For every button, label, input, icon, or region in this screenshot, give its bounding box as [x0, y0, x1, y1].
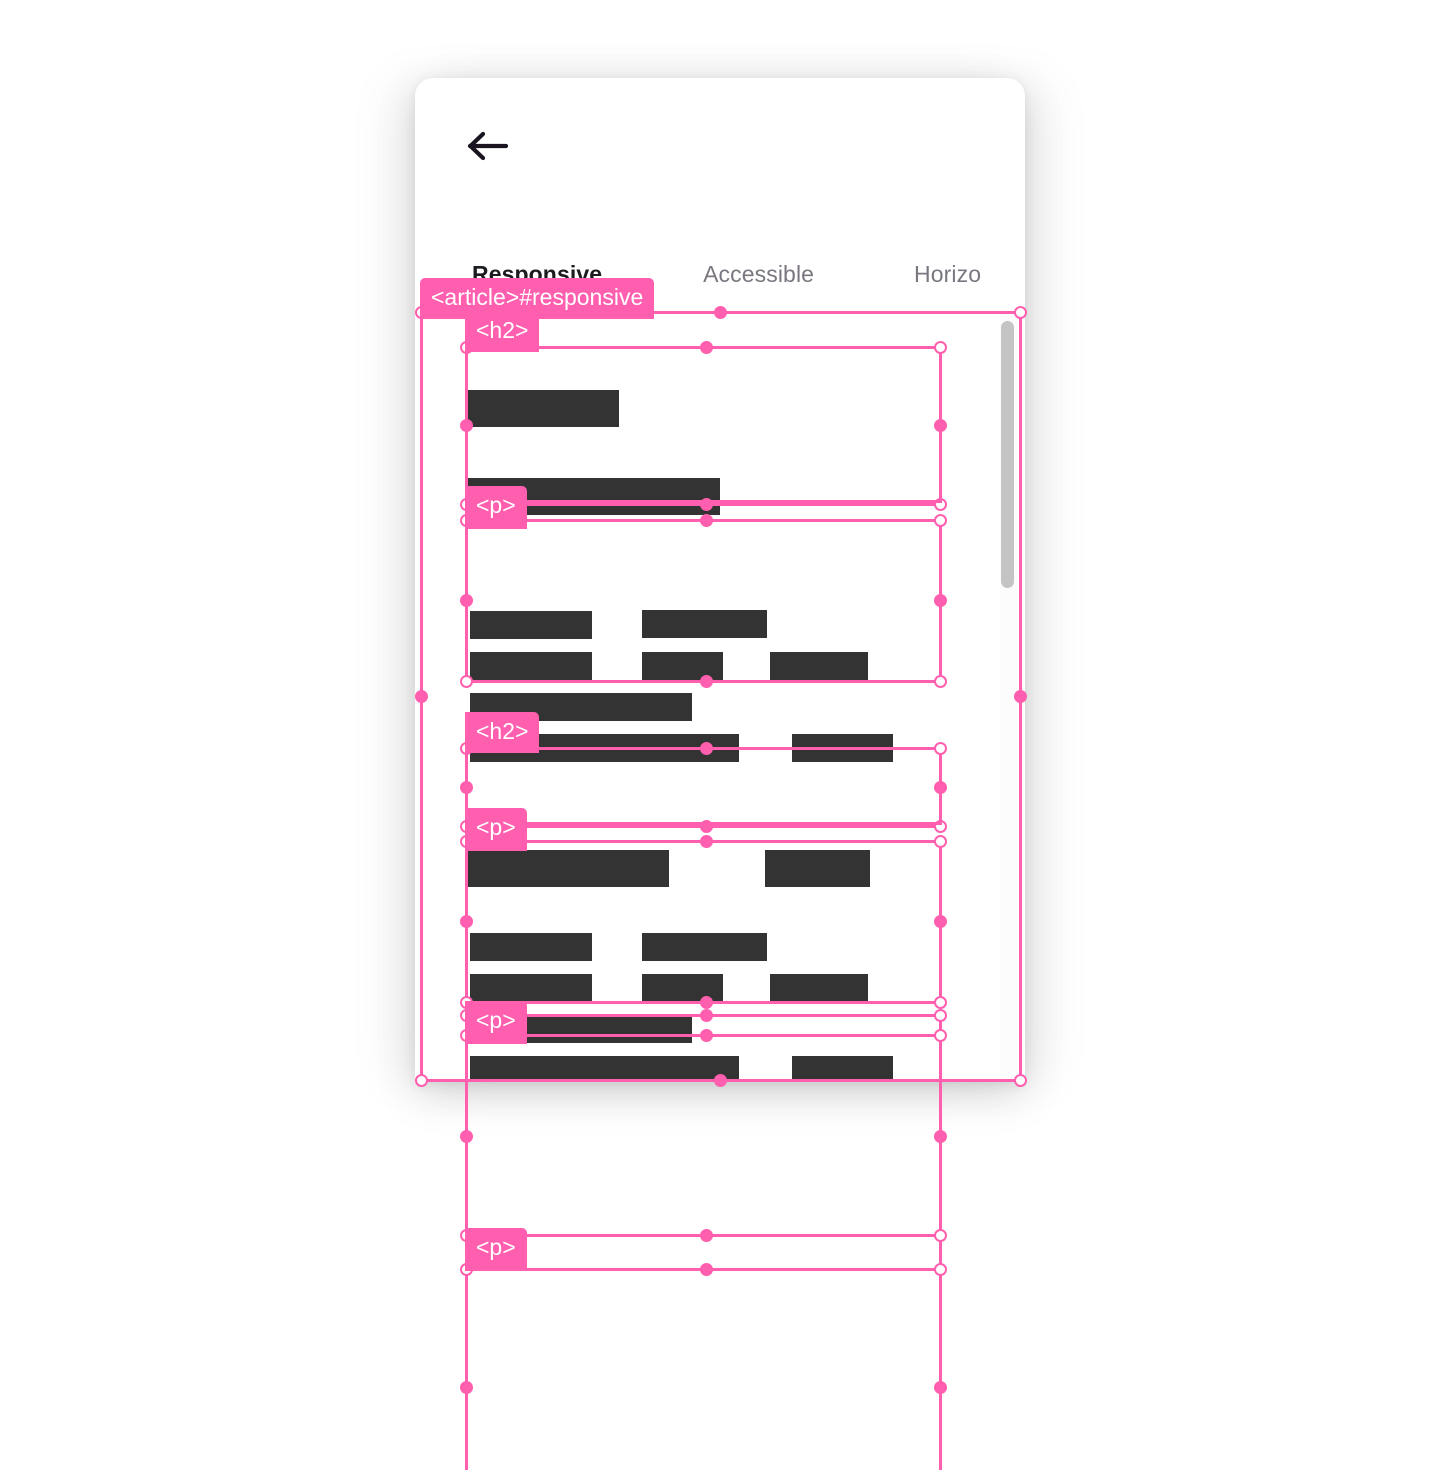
h2a-handle-tr[interactable] [934, 341, 947, 354]
screen-root: Responsive Accessible Horizo <article>#r… [0, 0, 1456, 1470]
pb-handle-ml[interactable] [460, 915, 473, 928]
article-handle-bc[interactable] [714, 1074, 727, 1087]
pb-handle-mr[interactable] [934, 915, 947, 928]
text-block [792, 734, 893, 762]
text-block [470, 652, 592, 680]
arrow-left-icon [465, 129, 511, 163]
pd-handle-ml[interactable] [460, 1381, 473, 1394]
pc-handle-tr[interactable] [934, 1029, 947, 1042]
pd-handle-mr[interactable] [934, 1381, 947, 1394]
pc-handle-tagc[interactable] [700, 1009, 713, 1022]
tab-horizontal[interactable]: Horizo [914, 261, 981, 288]
text-block [792, 1056, 893, 1082]
h2b-handle-bc[interactable] [700, 820, 713, 833]
article-handle-mr[interactable] [1014, 690, 1027, 703]
pb-handle-bc[interactable] [700, 996, 713, 1009]
pa-handle-bc[interactable] [700, 675, 713, 688]
article-handle-tr[interactable] [1014, 306, 1027, 319]
pd-handle-r2[interactable] [934, 1263, 947, 1276]
pb-handle-tr[interactable] [934, 835, 947, 848]
pa-handle-bl[interactable] [460, 675, 473, 688]
pb-handle-br[interactable] [934, 996, 947, 1009]
text-block [470, 974, 592, 1002]
pc-handle-tagr[interactable] [934, 1009, 947, 1022]
text-block [642, 610, 767, 638]
h2b-handle-ml[interactable] [460, 781, 473, 794]
overlay-tag-p-fourth: <p> [465, 1228, 527, 1271]
overlay-tag-p-third: <p> [465, 1001, 527, 1044]
article-handle-bl[interactable] [415, 1074, 428, 1087]
h2b-handle-tc[interactable] [700, 742, 713, 755]
pc-handle-tc[interactable] [700, 1029, 713, 1042]
scrollbar-thumb[interactable] [1001, 321, 1014, 588]
text-block [765, 850, 870, 887]
text-block [770, 974, 868, 1002]
device-preview-card: Responsive Accessible Horizo [415, 78, 1025, 1082]
h2b-handle-mr[interactable] [934, 781, 947, 794]
h2a-handle-bc[interactable] [700, 498, 713, 511]
pa-handle-ml[interactable] [460, 594, 473, 607]
h2b-handle-tr[interactable] [934, 742, 947, 755]
pb-handle-tc[interactable] [700, 835, 713, 848]
pd-handle-tr[interactable] [934, 1229, 947, 1242]
pc-handle-ml[interactable] [460, 1130, 473, 1143]
text-block [470, 1056, 739, 1082]
overlay-tag-h2-first: <h2> [465, 311, 540, 352]
text-block [470, 611, 592, 639]
h2a-handle-br[interactable] [934, 498, 947, 511]
overlay-tag-h2-second: <h2> [465, 712, 540, 753]
article-handle-ml[interactable] [415, 690, 428, 703]
pa-handle-br[interactable] [934, 675, 947, 688]
text-block [467, 850, 669, 887]
back-button[interactable] [465, 122, 517, 170]
text-block [470, 933, 592, 961]
article-handle-tc[interactable] [714, 306, 727, 319]
overlay-tag-p-second: <p> [465, 808, 527, 851]
pd-handle-c2[interactable] [700, 1263, 713, 1276]
h2b-handle-br[interactable] [934, 820, 947, 833]
pa-handle-tc[interactable] [700, 514, 713, 527]
overlay-tag-p-first: <p> [465, 486, 527, 529]
text-block [467, 390, 619, 427]
article-handle-br[interactable] [1014, 1074, 1027, 1087]
text-block [642, 933, 767, 961]
h2a-handle-tc[interactable] [700, 341, 713, 354]
h2a-handle-mr[interactable] [934, 419, 947, 432]
h2a-handle-ml[interactable] [460, 419, 473, 432]
pc-handle-mr[interactable] [934, 1130, 947, 1143]
text-block [770, 652, 868, 680]
pa-handle-mr[interactable] [934, 594, 947, 607]
tab-accessible[interactable]: Accessible [703, 261, 814, 288]
pa-handle-tr[interactable] [934, 514, 947, 527]
pd-handle-tc[interactable] [700, 1229, 713, 1242]
